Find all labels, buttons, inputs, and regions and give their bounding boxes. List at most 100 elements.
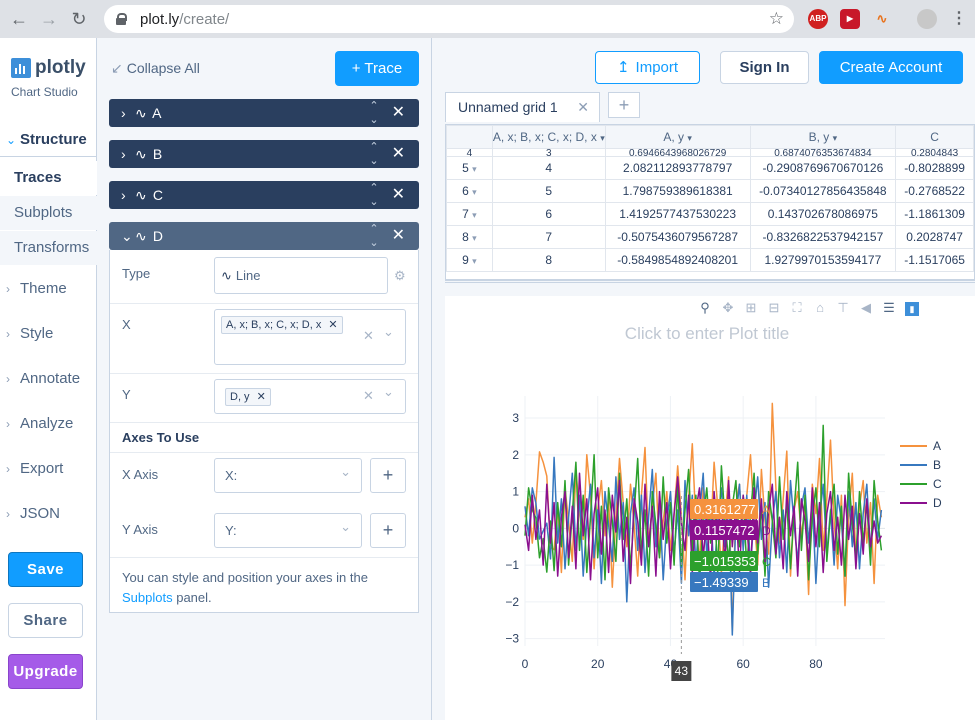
trace-fold-b[interactable]: › ∿ B ⌃ ⌄ ✕	[109, 140, 419, 168]
grid-cell[interactable]: -0.8028899	[895, 156, 974, 180]
share-button[interactable]: Share	[8, 603, 83, 638]
column-menu-icon[interactable]: ▾	[600, 133, 604, 143]
x-data-select[interactable]: A, x; B, x; C, x; D, x ✕ ✕ ⌄	[214, 309, 406, 365]
grid-cell[interactable]: 0.2028747	[895, 225, 974, 249]
import-button[interactable]: ↥ Import	[595, 51, 700, 84]
collapse-all-button[interactable]: ↙ Collapse All	[111, 60, 200, 77]
grid-cell[interactable]: 1.4192577437530223	[604, 202, 751, 226]
sign-in-button[interactable]: Sign In	[720, 51, 809, 84]
close-tab-icon[interactable]: ✕	[577, 93, 589, 121]
plot-title-placeholder[interactable]: Click to enter Plot title	[625, 324, 789, 343]
delete-trace-icon[interactable]: ✕	[392, 222, 405, 250]
back-icon[interactable]: ←	[8, 8, 30, 30]
chevron-down-icon[interactable]: ⌄	[383, 324, 394, 340]
sidebar-item-annotate[interactable]: › Annotate	[0, 362, 97, 396]
add-trace-button[interactable]: + Trace	[335, 51, 419, 86]
column-header[interactable]: B, y ▾	[749, 125, 897, 149]
sidebar-item-theme[interactable]: › Theme	[0, 272, 97, 306]
grid-cell[interactable]: -0.8326822537942157	[749, 225, 897, 249]
upgrade-button[interactable]: Upgrade	[8, 654, 83, 689]
column-header[interactable]: C	[895, 125, 974, 149]
sidebar-subitem-transforms[interactable]: Transforms	[0, 231, 97, 265]
profile-avatar-icon[interactable]	[917, 9, 937, 29]
save-button[interactable]: Save	[8, 552, 83, 587]
create-account-button[interactable]: Create Account	[819, 51, 963, 84]
sidebar-item-analyze[interactable]: › Analyze	[0, 407, 97, 441]
add-x-axis-button[interactable]: +	[370, 458, 406, 493]
extension-s-icon[interactable]: ∿	[872, 9, 892, 29]
address-bar[interactable]: plot.ly/create/ ☆	[104, 5, 794, 33]
clear-icon[interactable]: ✕	[363, 388, 374, 404]
row-menu-icon[interactable]: ▾	[472, 256, 477, 266]
grid-cell[interactable]: -0.2908769670670126	[749, 156, 897, 180]
reorder-icon[interactable]: ⌃ ⌄	[369, 99, 379, 127]
grid-cell[interactable]: 5	[491, 179, 606, 203]
legend[interactable]: ABCD	[900, 439, 942, 510]
delete-trace-icon[interactable]: ✕	[392, 99, 405, 127]
trace-fold-a[interactable]: › ∿ A ⌃ ⌄ ✕	[109, 99, 419, 127]
adblock-icon[interactable]: ABP	[808, 9, 828, 29]
reorder-icon[interactable]: ⌃ ⌄	[369, 181, 379, 209]
grid-cell[interactable]: 0.6874076353674834	[749, 148, 897, 157]
remove-tag-icon[interactable]: ✕	[257, 391, 266, 403]
forward-icon[interactable]: →	[38, 8, 60, 30]
column-header[interactable]: A, y ▾	[604, 125, 751, 149]
column-header[interactable]: A, x; B, x; C, x; D, x ▾	[491, 125, 606, 149]
grid-cell[interactable]: -0.07340127856435848	[749, 179, 897, 203]
settings-gear-icon[interactable]: ⚙	[394, 268, 406, 284]
x-axis-select[interactable]: X: ⌄	[214, 458, 362, 493]
add-grid-button[interactable]: +	[608, 92, 640, 118]
grid-cell[interactable]: 6	[491, 202, 606, 226]
browser-menu-icon[interactable]: ⋮	[949, 9, 969, 29]
trace-type-select[interactable]: ∿ Line	[214, 257, 388, 294]
row-menu-icon[interactable]: ▾	[472, 164, 477, 174]
column-menu-icon[interactable]: ▾	[833, 133, 838, 143]
y-axis-select[interactable]: Y: ⌄	[214, 513, 362, 548]
line-chart[interactable]: Click to enter Plot title 0 20 40 60 80−3−2−…	[445, 296, 975, 720]
grid-cell[interactable]: 1.798759389618381	[604, 179, 751, 203]
extension-play-icon[interactable]: ▶	[840, 9, 860, 29]
sidebar-item-structure[interactable]: ⌄ Structure	[0, 123, 97, 157]
column-header-label: B, y	[808, 130, 830, 144]
reorder-icon[interactable]: ⌃ ⌄	[369, 140, 379, 168]
trace-fold-d[interactable]: ⌄ ∿ D ⌃ ⌄ ✕	[109, 222, 419, 250]
add-y-axis-button[interactable]: +	[370, 513, 406, 548]
chevron-down-icon[interactable]: ⌄	[383, 384, 394, 400]
grid-cell[interactable]: 0.6946643968026729	[604, 148, 751, 157]
delete-trace-icon[interactable]: ✕	[392, 140, 405, 168]
grid-cell[interactable]: 1.9279970153594177	[749, 248, 897, 272]
row-menu-icon[interactable]: ▾	[472, 210, 477, 220]
row-menu-icon[interactable]: ▾	[472, 187, 477, 197]
grid-cell[interactable]: 0.143702678086975	[749, 202, 897, 226]
sidebar-item-style[interactable]: › Style	[0, 317, 97, 351]
bookmark-star-icon[interactable]: ☆	[769, 9, 784, 29]
grid-tab[interactable]: Unnamed grid 1 ✕	[445, 92, 600, 122]
sidebar-subitem-traces[interactable]: Traces	[0, 161, 97, 195]
grid-cell[interactable]: 8	[491, 248, 606, 272]
row-menu-icon[interactable]: ▾	[472, 233, 477, 243]
grid-cell[interactable]: -0.2768522	[895, 179, 974, 203]
reorder-icon[interactable]: ⌃ ⌄	[369, 222, 379, 250]
column-menu-icon[interactable]: ▾	[687, 133, 692, 143]
reload-icon[interactable]: ↻	[68, 8, 90, 30]
sidebar-item-export[interactable]: › Export	[0, 452, 97, 486]
grid-cell[interactable]: 0.2804843	[895, 148, 974, 157]
grid-cell[interactable]: 3	[491, 148, 606, 157]
sidebar-item-json[interactable]: › JSON	[0, 497, 97, 531]
y-data-select[interactable]: D, y ✕ ✕ ⌄	[214, 379, 406, 414]
plotly-logo[interactable]: plotly	[11, 57, 86, 79]
grid-cell[interactable]: -0.5075436079567287	[604, 225, 751, 249]
grid-cell[interactable]: 7	[491, 225, 606, 249]
grid-cell[interactable]: 2.082112893778797	[604, 156, 751, 180]
delete-trace-icon[interactable]: ✕	[392, 181, 405, 209]
sidebar-subitem-subplots[interactable]: Subplots	[0, 196, 97, 230]
grid-cell[interactable]: -1.1517065	[895, 248, 974, 272]
grid-cell[interactable]: -0.5849854892408201	[604, 248, 751, 272]
grid-cell[interactable]: 4	[491, 156, 606, 180]
remove-tag-icon[interactable]: ✕	[328, 319, 337, 331]
trace-fold-c[interactable]: › ∿ C ⌃ ⌄ ✕	[109, 181, 419, 209]
grid-resize-handle[interactable]	[445, 280, 975, 288]
grid-cell[interactable]: -1.1861309	[895, 202, 974, 226]
clear-icon[interactable]: ✕	[363, 328, 374, 344]
subplots-link[interactable]: Subplots	[122, 590, 173, 605]
